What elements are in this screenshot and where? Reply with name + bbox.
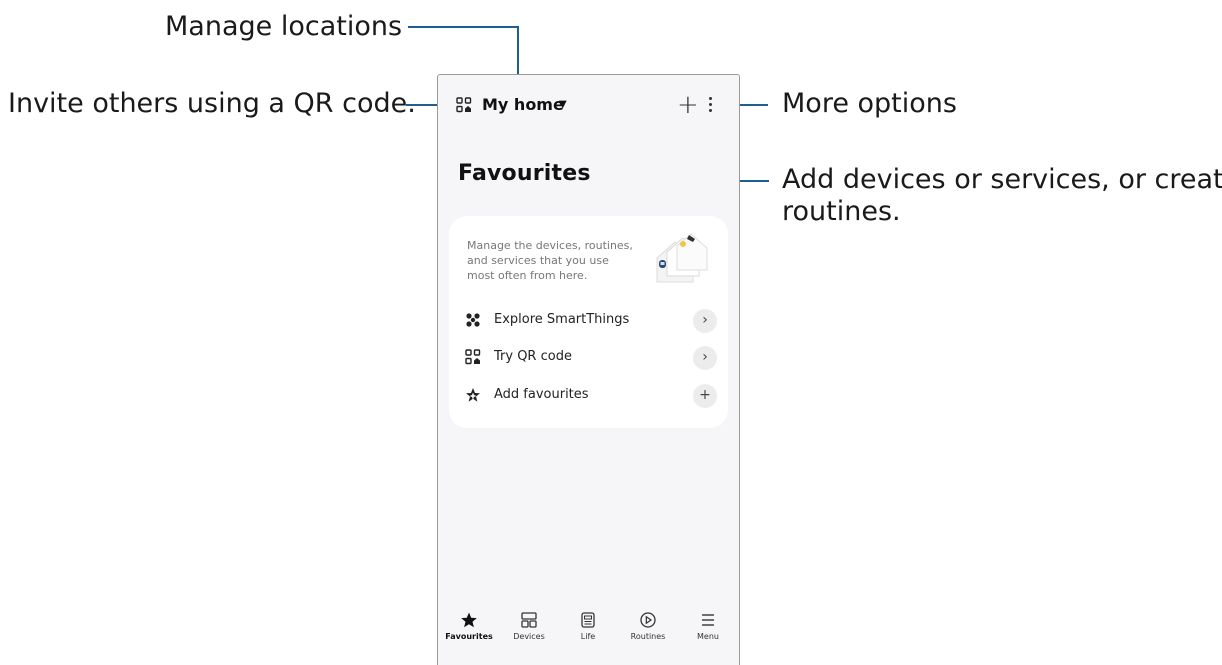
callout-manage-locations: Manage locations bbox=[165, 11, 403, 42]
tab-label: Menu bbox=[697, 632, 719, 641]
callout-more-options: More options bbox=[782, 88, 957, 119]
list-item-add-favourites[interactable]: Add favourites + bbox=[465, 383, 717, 409]
routines-icon bbox=[640, 612, 656, 628]
home-devices-illustration bbox=[656, 233, 708, 283]
list-item-label: Try QR code bbox=[494, 349, 572, 364]
callout-add-devices-line2: routines. bbox=[782, 196, 901, 227]
devices-icon bbox=[521, 612, 537, 628]
leader-manage-h bbox=[408, 26, 519, 28]
tab-label: Routines bbox=[630, 632, 666, 641]
qr-home-icon bbox=[465, 349, 481, 365]
tab-label: Favourites bbox=[445, 632, 493, 641]
card-description: Manage the devices, routines, and servic… bbox=[467, 239, 633, 282]
callout-add-devices-line1: Add devices or services, or create bbox=[782, 164, 1222, 195]
plus-icon[interactable]: + bbox=[677, 92, 699, 118]
list-item-explore[interactable]: Explore SmartThings › bbox=[465, 308, 717, 334]
list-item-label: Add favourites bbox=[494, 387, 589, 402]
list-item-try-qr[interactable]: Try QR code › bbox=[465, 345, 717, 371]
life-icon bbox=[581, 612, 595, 628]
tab-menu[interactable]: Menu bbox=[679, 611, 737, 641]
star-add-icon bbox=[466, 388, 480, 402]
tab-label: Devices bbox=[513, 632, 545, 641]
tab-devices[interactable]: Devices bbox=[500, 611, 558, 641]
more-vertical-icon[interactable] bbox=[707, 97, 713, 115]
star-icon bbox=[461, 612, 477, 628]
top-bar: My home ▼ + bbox=[438, 92, 739, 121]
chevron-down-icon[interactable]: ▼ bbox=[559, 99, 567, 110]
callout-invite-qr: Invite others using a QR code. bbox=[8, 88, 416, 119]
chevron-right-icon[interactable]: › bbox=[693, 346, 717, 370]
list-item-label: Explore SmartThings bbox=[494, 312, 630, 327]
chevron-right-icon[interactable]: › bbox=[693, 309, 717, 333]
plus-icon[interactable]: + bbox=[693, 384, 717, 408]
page-title: Favourites bbox=[458, 161, 591, 186]
tab-favourites[interactable]: Favourites bbox=[440, 611, 498, 641]
menu-icon bbox=[702, 614, 714, 626]
qr-home-icon[interactable] bbox=[456, 97, 472, 113]
tab-routines[interactable]: Routines bbox=[619, 611, 677, 641]
callout-add-devices: Add devices or services, or create routi… bbox=[782, 164, 1222, 228]
favourites-card: Manage the devices, routines, and servic… bbox=[449, 216, 728, 428]
smartthings-icon bbox=[466, 313, 480, 327]
phone-screen: My home ▼ + Favourites Manage the device… bbox=[437, 74, 740, 665]
tab-life[interactable]: Life bbox=[559, 611, 617, 641]
tab-label: Life bbox=[580, 632, 596, 641]
location-selector[interactable]: My home bbox=[482, 95, 564, 114]
